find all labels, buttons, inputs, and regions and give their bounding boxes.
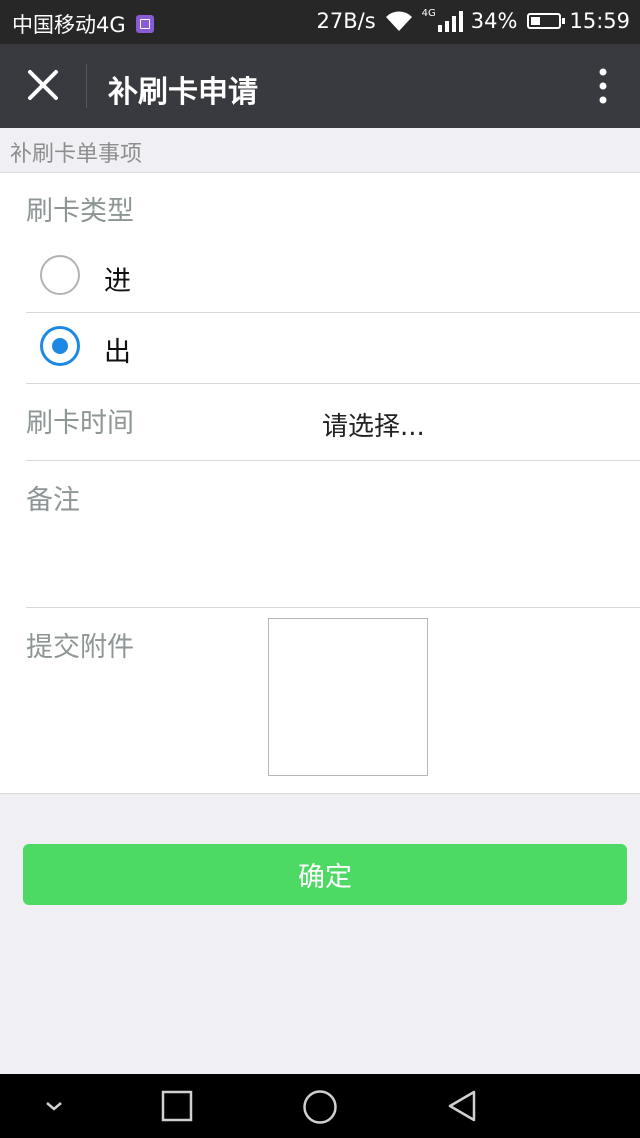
android-nav-bar [0,1074,640,1138]
more-vertical-icon [599,68,607,104]
divider [26,383,640,384]
remark-label: 备注 [26,485,80,516]
back-triangle-icon[interactable] [444,1088,480,1124]
page-title: 补刷卡申请 [108,75,258,110]
radio-in-label: 进 [104,266,131,297]
battery-icon [527,13,566,29]
radio-out-label: 出 [104,337,131,368]
close-icon [28,70,58,100]
swipe-time-label: 刷卡时间 [26,408,134,439]
clock: 15:59 [569,9,630,33]
attachment-upload-box[interactable] [268,618,428,776]
radio-out[interactable] [40,326,80,366]
attachment-label: 提交附件 [26,632,134,663]
battery-percent: 34% [470,9,518,33]
recents-square-icon[interactable] [160,1089,194,1123]
close-button[interactable] [22,64,66,108]
signal-icon [437,11,463,32]
network-speed: 27B/s [316,9,376,33]
network-type: 4G [421,7,436,19]
remark-input[interactable] [110,465,630,603]
nav-bar: 补刷卡申请 [0,44,640,128]
gallery-icon [135,15,154,33]
more-button[interactable] [586,62,620,110]
section-title: 补刷卡单事项 [10,142,143,167]
signal-group: 4G [421,7,463,32]
divider [26,312,640,313]
home-circle-icon[interactable] [301,1088,339,1126]
status-left: 中国移动4G [12,9,154,39]
wifi-icon [384,10,414,32]
radio-in[interactable] [40,255,80,295]
section-header: 补刷卡单事项 [0,128,640,172]
swipe-type-label: 刷卡类型 [26,196,134,227]
chevron-down-icon[interactable] [42,1096,66,1116]
status-bar: 中国移动4G 27B/s 4G 34% 15:59 [0,0,640,44]
time-picker[interactable]: 请选择... [322,406,425,443]
confirm-button[interactable]: 确定 [23,844,627,905]
nav-divider [86,64,87,108]
divider [26,607,640,608]
divider [26,460,640,461]
status-right: 27B/s 4G 34% 15:59 [309,7,631,34]
carrier-name: 中国移动4G [12,13,126,37]
form-card: 刷卡类型 进 出 刷卡时间 请选择... 备注 提交附件 [0,172,640,794]
